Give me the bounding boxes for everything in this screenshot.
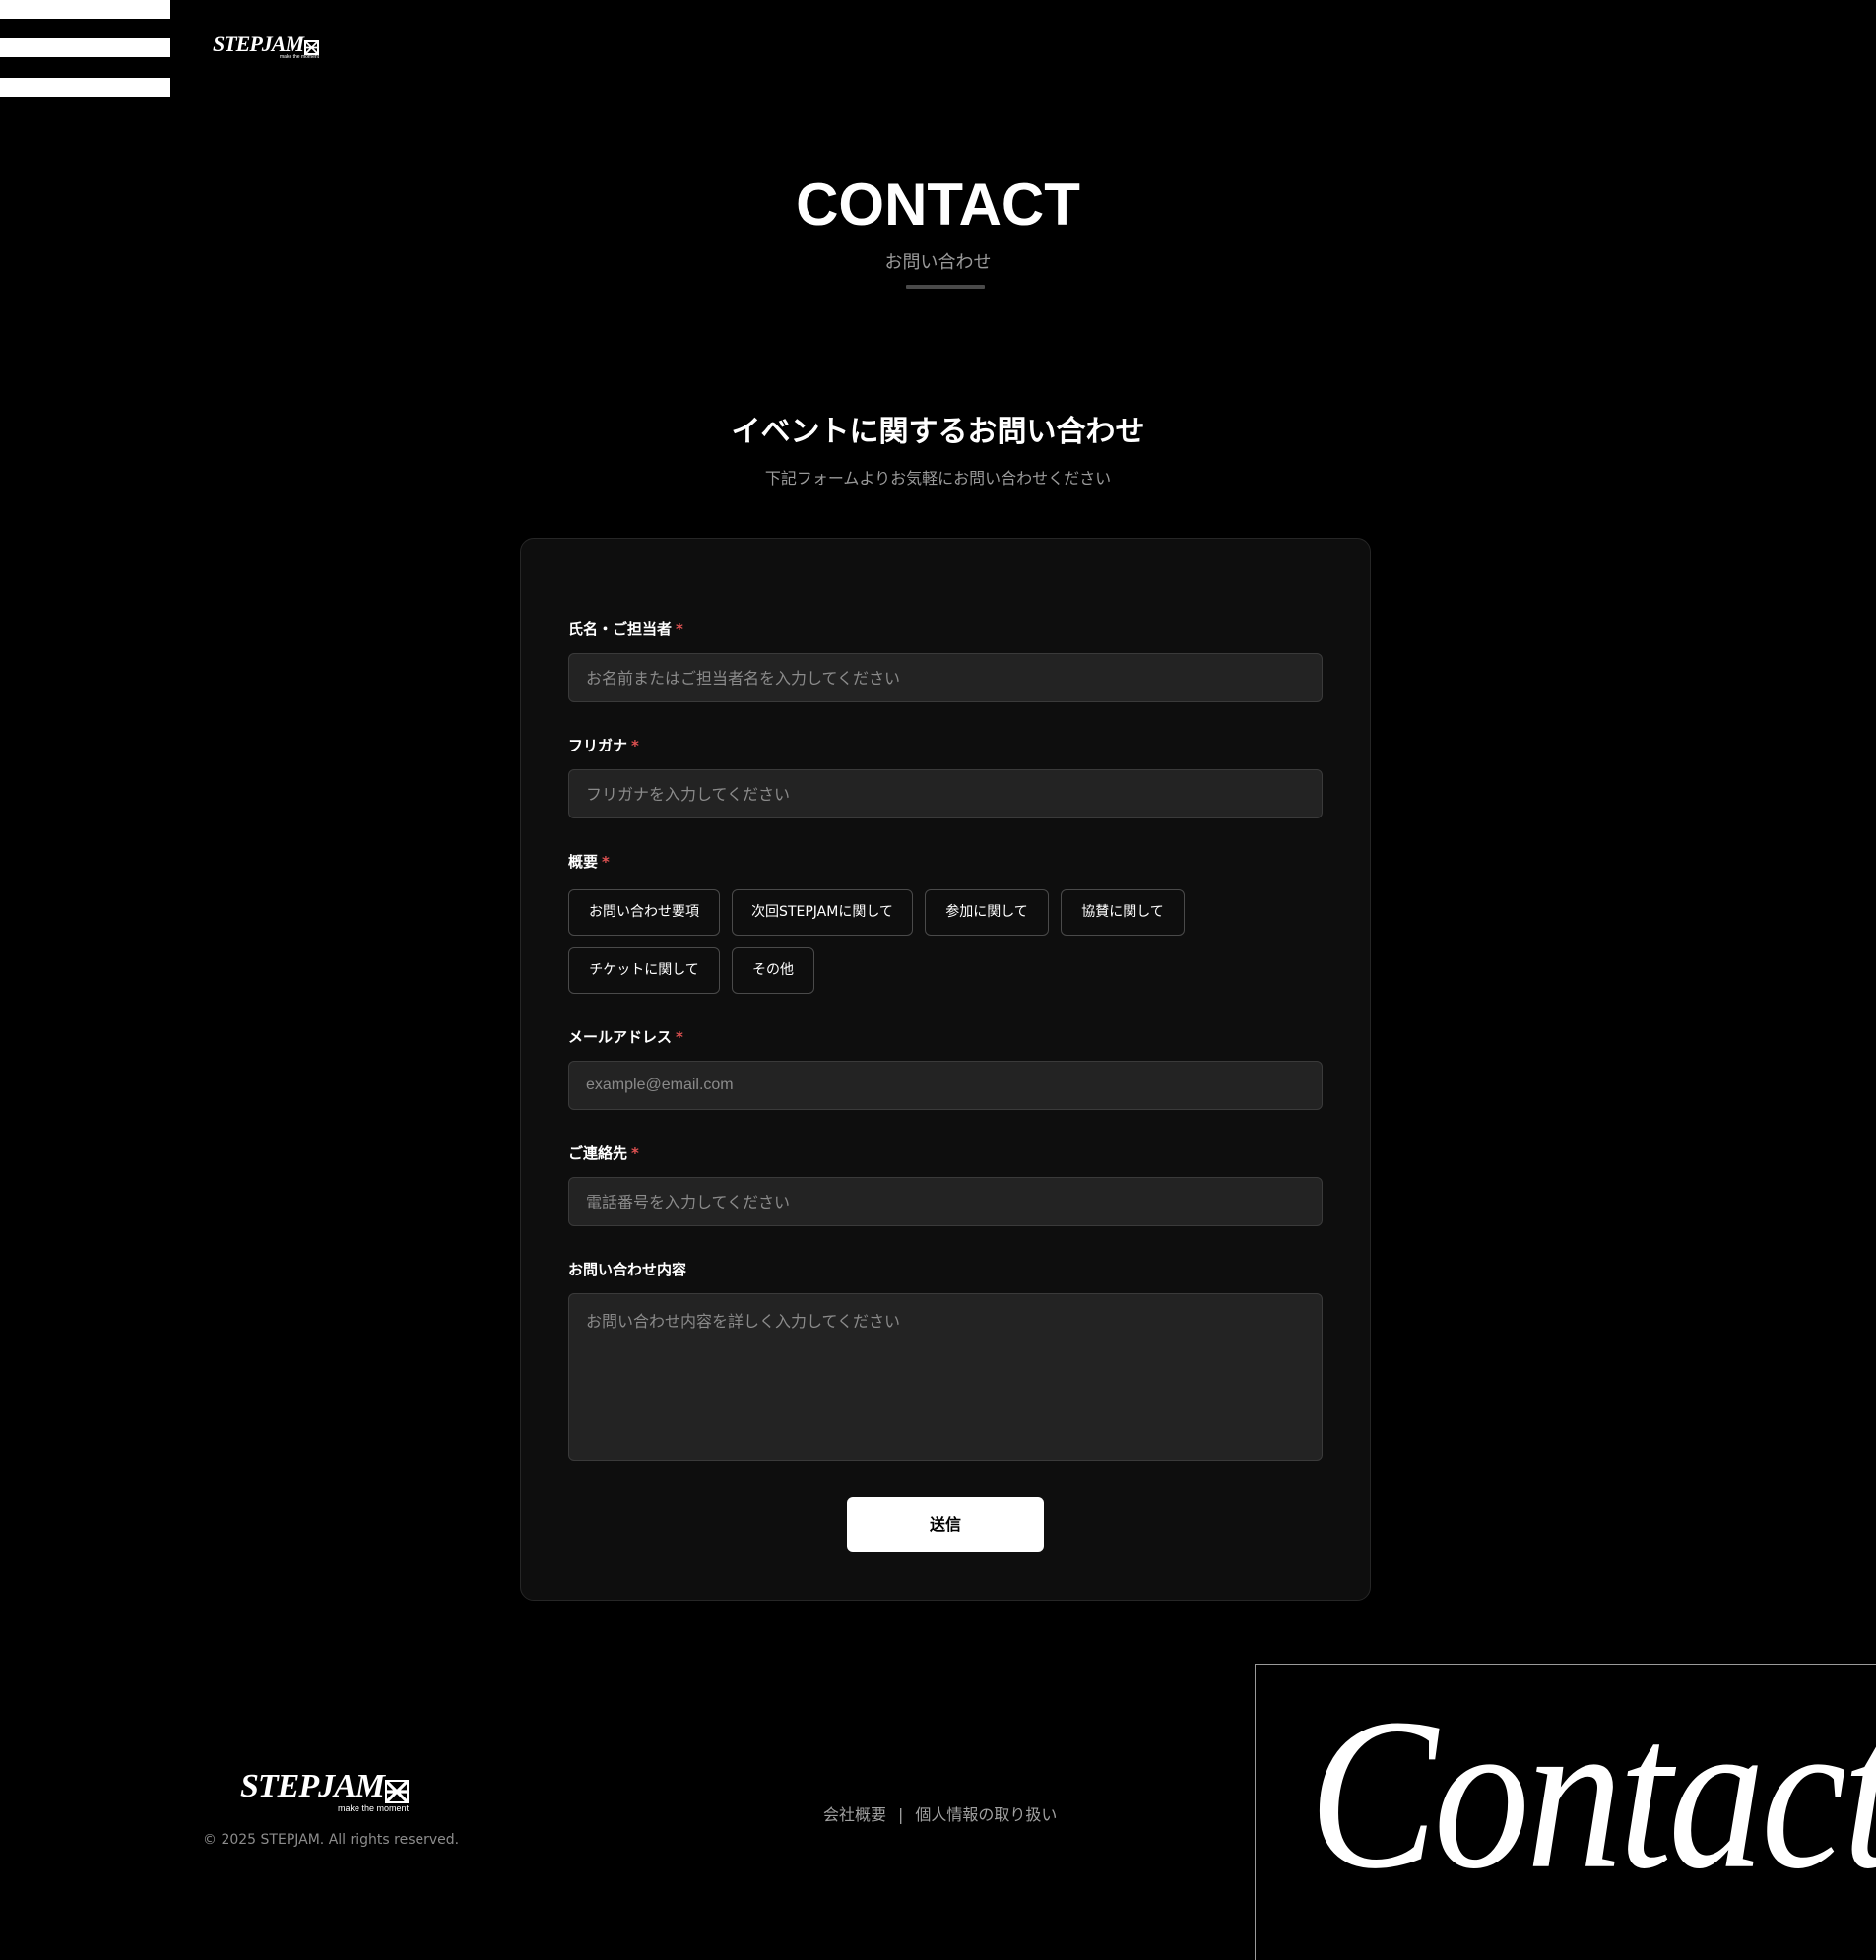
phone-input[interactable] (568, 1177, 1323, 1226)
required-mark: * (631, 737, 639, 754)
name-input[interactable] (568, 653, 1323, 702)
footer-logo[interactable]: STEPJAM make the moment (240, 1768, 410, 1813)
summary-option-sponsorship[interactable]: 協賛に関して (1061, 889, 1185, 936)
hamburger-menu-button[interactable] (0, 0, 170, 97)
footer-link-company[interactable]: 会社概要 (823, 1805, 886, 1824)
title-divider (906, 285, 985, 289)
required-mark: * (676, 621, 683, 638)
footer-logo-tagline: make the moment (338, 1803, 410, 1813)
email-input[interactable] (568, 1061, 1323, 1110)
summary-option-participation[interactable]: 参加に関して (925, 889, 1049, 936)
section-description: 下記フォームよりお気軽にお問い合わせください (764, 469, 1112, 488)
summary-option-tickets[interactable]: チケットに関して (568, 947, 720, 994)
header-logo-text: STEPJAM (213, 32, 304, 56)
footer-link-separator: | (898, 1805, 904, 1824)
required-mark: * (631, 1144, 639, 1162)
contact-decorative-heading: Contact (1309, 1673, 1876, 1914)
contact-page: STEPJAM make the moment CONTACT お問い合わせ イ… (0, 0, 1876, 1960)
page-title: CONTACT (796, 171, 1080, 237)
required-mark: * (602, 853, 610, 871)
summary-option-inquiry-guidelines[interactable]: お問い合わせ要項 (568, 889, 720, 936)
footer-logo-text: STEPJAM (240, 1768, 385, 1804)
message-textarea[interactable] (568, 1293, 1323, 1461)
contact-decorative-panel: Contact (1255, 1664, 1876, 1960)
email-label: メールアドレス * (568, 1028, 683, 1046)
header-logo-tagline: make the moment (280, 54, 320, 60)
menu-bar-icon (0, 0, 170, 19)
footer-link-privacy[interactable]: 個人情報の取り扱い (915, 1805, 1057, 1824)
menu-bar-icon (0, 38, 170, 57)
submit-button[interactable]: 送信 (847, 1497, 1044, 1552)
name-label: 氏名・ご担当者 * (568, 621, 683, 638)
required-mark: * (676, 1028, 683, 1046)
footer-links: 会社概要 | 個人情報の取り扱い (823, 1801, 1057, 1825)
header-logo[interactable]: STEPJAM make the moment (213, 32, 320, 60)
section-title: イベントに関するお問い合わせ (731, 415, 1145, 449)
logo-mark-icon (385, 1780, 410, 1803)
menu-bar-icon (0, 78, 170, 97)
summary-option-other[interactable]: その他 (732, 947, 814, 994)
copyright-text: © 2025 STEPJAM. All rights reserved. (203, 1832, 460, 1848)
phone-label: ご連絡先 * (568, 1144, 639, 1162)
contact-form: 氏名・ご担当者* フリガナ* 概要* お問い合わせ要項 次回STEPJAMに関し… (520, 538, 1371, 1601)
furigana-input[interactable] (568, 769, 1323, 818)
furigana-label: フリガナ * (568, 737, 639, 754)
message-label: お問い合わせ内容 (568, 1261, 687, 1278)
summary-option-next-stepjam[interactable]: 次回STEPJAMに関して (732, 889, 913, 936)
logo-mark-icon (304, 40, 320, 55)
summary-label: 概要 * (568, 853, 610, 871)
page-subtitle: お問い合わせ (884, 252, 992, 273)
